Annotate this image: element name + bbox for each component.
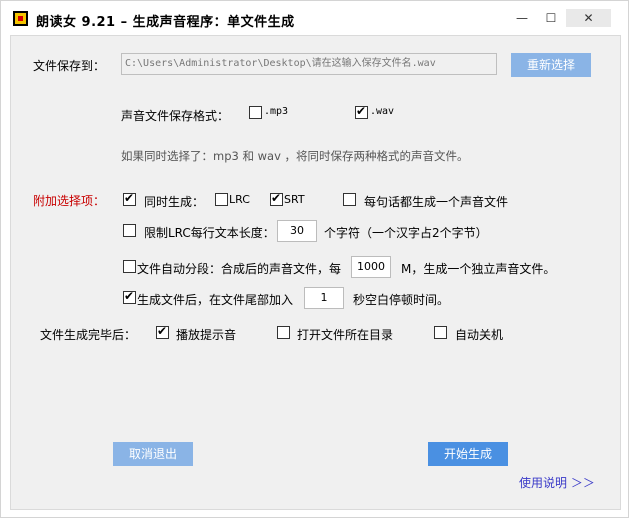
extra-options-label: 附加选择项： xyxy=(33,194,106,208)
shutdown-checkbox[interactable] xyxy=(434,326,447,339)
sync-gen-label: 同时生成： xyxy=(144,195,205,209)
srt-label: SRT xyxy=(284,193,305,206)
mp3-checkbox[interactable] xyxy=(249,106,262,119)
lrc-length-suffix: 个字符（一个汉字占2个字节） xyxy=(324,226,488,240)
shutdown-label: 自动关机 xyxy=(455,328,504,342)
sync-gen-checkbox[interactable]: ✔ xyxy=(123,191,136,206)
check-icon: ✔ xyxy=(124,289,135,303)
play-sound-label: 播放提示音 xyxy=(176,328,237,342)
close-button[interactable]: ✕ xyxy=(566,9,611,27)
limit-lrc-checkbox[interactable] xyxy=(123,224,136,237)
check-icon: ✔ xyxy=(124,191,135,205)
check-icon: ✔ xyxy=(356,104,367,118)
start-generate-button[interactable]: 开始生成 xyxy=(428,442,508,466)
maximize-button[interactable]: ☐ xyxy=(537,9,565,27)
play-sound-checkbox[interactable]: ✔ xyxy=(156,324,169,339)
append-silence-checkbox[interactable]: ✔ xyxy=(123,289,136,304)
after-gen-label: 文件生成完毕后： xyxy=(40,328,137,342)
srt-checkbox[interactable]: ✔ xyxy=(270,191,283,206)
help-link[interactable]: 使用说明 ＞＞ xyxy=(519,474,595,491)
wav-checkbox[interactable]: ✔ xyxy=(355,104,368,119)
cancel-exit-button[interactable]: 取消退出 xyxy=(113,442,193,466)
silence-seconds-input[interactable]: 1 xyxy=(304,287,344,309)
lrc-length-input[interactable]: 30 xyxy=(277,220,317,242)
silence-seconds-suffix: 秒空白停顿时间。 xyxy=(353,293,450,307)
open-folder-checkbox[interactable] xyxy=(277,326,290,339)
auto-split-label: 文件自动分段：合成后的声音文件，每 xyxy=(137,262,342,276)
lrc-label: LRC xyxy=(229,193,250,206)
app-logo-icon xyxy=(13,11,28,26)
lrc-checkbox[interactable] xyxy=(215,193,228,206)
append-silence-label: 生成文件后，在文件尾部加入 xyxy=(137,293,294,307)
per-sentence-checkbox[interactable] xyxy=(343,193,356,206)
limit-lrc-label: 限制LRC每行文本长度： xyxy=(144,226,275,240)
title-bar[interactable]: 朗读女 9.21 – 生成声音程序：单文件生成 — ☐ ✕ xyxy=(1,1,628,35)
split-size-suffix: M，生成一个独立声音文件。 xyxy=(401,262,556,276)
auto-split-checkbox[interactable] xyxy=(123,260,136,273)
open-folder-label: 打开文件所在目录 xyxy=(297,328,394,342)
format-hint: 如果同时选择了：mp3 和 wav ，将同时保存两种格式的声音文件。 xyxy=(121,149,469,163)
check-icon: ✔ xyxy=(271,191,282,205)
save-path-label: 文件保存到： xyxy=(33,59,106,73)
main-window: 朗读女 9.21 – 生成声音程序：单文件生成 — ☐ ✕ 文件保存到： C:\… xyxy=(0,0,629,518)
save-path-input[interactable]: C:\Users\Administrator\Desktop\请在这输入保存文件… xyxy=(121,53,497,75)
mp3-label: .mp3 xyxy=(264,106,289,117)
check-icon: ✔ xyxy=(157,324,168,338)
wav-label: .wav xyxy=(370,106,395,117)
reselect-button[interactable]: 重新选择 xyxy=(511,53,591,77)
per-sentence-label: 每句话都生成一个声音文件 xyxy=(364,195,509,209)
minimize-button[interactable]: — xyxy=(507,9,537,27)
split-size-input[interactable]: 1000 xyxy=(351,256,391,278)
format-label: 声音文件保存格式： xyxy=(121,109,230,123)
content-panel: 文件保存到： C:\Users\Administrator\Desktop\请在… xyxy=(10,35,621,510)
window-title: 朗读女 9.21 – 生成声音程序：单文件生成 xyxy=(36,15,295,30)
